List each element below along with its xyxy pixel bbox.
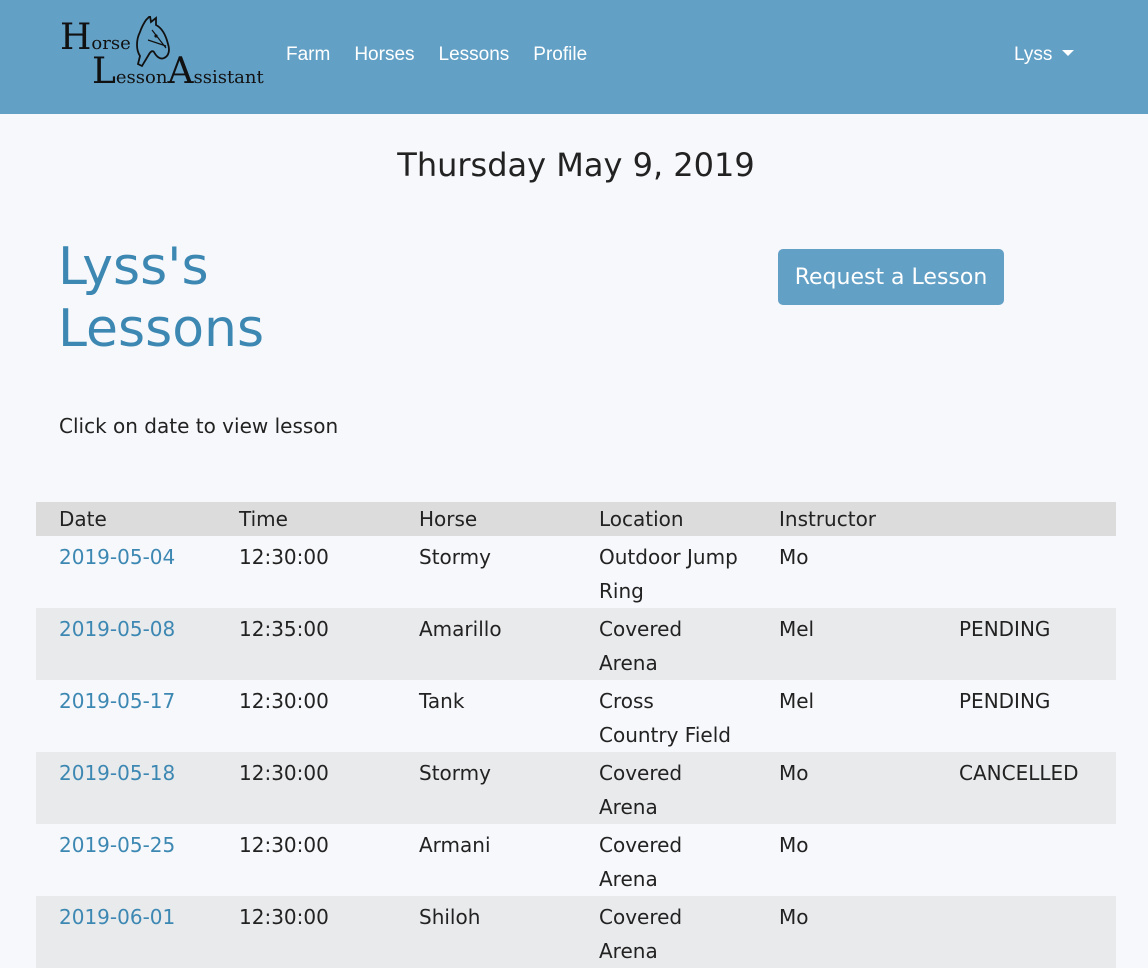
lesson-horse: Tank: [419, 689, 465, 713]
header-instructor: Instructor: [756, 502, 936, 536]
lesson-instructor: Mo: [779, 833, 809, 857]
nav-lessons[interactable]: Lessons: [439, 44, 510, 66]
lesson-location: Covered Arena: [599, 833, 683, 891]
lessons-table: Date Time Horse Location Instructor 2019…: [36, 502, 1116, 968]
instruction-text: Click on date to view lesson: [59, 414, 339, 438]
page-title: Lyss's Lessons: [58, 237, 265, 359]
lesson-instructor: Mel: [756, 608, 936, 680]
lesson-status: CANCELLED: [936, 752, 1116, 824]
lesson-location: Cross Country Field: [599, 689, 731, 747]
lesson-location: Covered Arena: [599, 617, 683, 675]
logo-line-2: LessonAssistant: [92, 51, 264, 92]
request-lesson-button[interactable]: Request a Lesson: [778, 249, 1004, 305]
lesson-time: 12:30:00: [239, 689, 329, 713]
lesson-time: 12:30:00: [216, 752, 396, 824]
lesson-time: 12:30:00: [239, 545, 329, 569]
lesson-horse: Stormy: [419, 545, 491, 569]
lesson-status: [936, 896, 1116, 968]
chevron-down-icon: [1062, 50, 1075, 56]
lesson-date-link[interactable]: 2019-05-18: [59, 761, 175, 785]
lesson-time: 12:30:00: [239, 833, 329, 857]
lesson-horse: Amarillo: [396, 608, 576, 680]
table-row: 2019-05-17 12:30:00 Tank Cross Country F…: [36, 680, 1116, 752]
user-name: Lyss: [1014, 44, 1053, 65]
user-menu-dropdown[interactable]: Lyss: [1014, 44, 1075, 66]
lesson-instructor: Mo: [779, 545, 809, 569]
lesson-location: Covered Arena: [599, 761, 683, 819]
table-row: 2019-05-08 12:35:00 Amarillo Covered Are…: [36, 608, 1116, 680]
lesson-time: 12:35:00: [216, 608, 396, 680]
lesson-instructor: Mo: [756, 896, 936, 968]
lesson-status: PENDING: [959, 689, 1051, 713]
lesson-location: Covered Arena: [599, 905, 683, 963]
main-nav: Farm Horses Lessons Profile: [286, 44, 587, 66]
lesson-date-link[interactable]: 2019-05-04: [59, 545, 175, 569]
header-time: Time: [216, 502, 396, 536]
app-logo[interactable]: Horse LessonAssistant: [58, 14, 264, 98]
lesson-status: PENDING: [936, 608, 1116, 680]
table-row: 2019-05-25 12:30:00 Armani Covered Arena…: [36, 824, 1116, 896]
table-header-row: Date Time Horse Location Instructor: [36, 502, 1116, 536]
table-row: 2019-05-04 12:30:00 Stormy Outdoor Jump …: [36, 536, 1116, 608]
nav-horses[interactable]: Horses: [354, 44, 414, 66]
lesson-horse: Armani: [419, 833, 491, 857]
lesson-date-link[interactable]: 2019-06-01: [59, 905, 175, 929]
header-location: Location: [576, 502, 756, 536]
lesson-instructor: Mo: [756, 752, 936, 824]
lesson-location: Outdoor Jump Ring: [599, 545, 738, 603]
current-date-heading: Thursday May 9, 2019: [397, 146, 755, 184]
lesson-horse: Shiloh: [396, 896, 576, 968]
lesson-horse: Stormy: [396, 752, 576, 824]
lesson-instructor: Mel: [779, 689, 815, 713]
lesson-date-link[interactable]: 2019-05-17: [59, 689, 175, 713]
nav-profile[interactable]: Profile: [533, 44, 587, 66]
nav-farm[interactable]: Farm: [286, 44, 330, 66]
lesson-time: 12:30:00: [216, 896, 396, 968]
lesson-date-link[interactable]: 2019-05-08: [59, 617, 175, 641]
header-status: [936, 502, 1116, 536]
top-navbar: Horse LessonAssistant Farm Horses Lesson…: [0, 0, 1148, 114]
lesson-date-link[interactable]: 2019-05-25: [59, 833, 175, 857]
table-row: 2019-06-01 12:30:00 Shiloh Covered Arena…: [36, 896, 1116, 968]
lesson-status: [936, 824, 1116, 896]
table-row: 2019-05-18 12:30:00 Stormy Covered Arena…: [36, 752, 1116, 824]
lesson-status: [936, 536, 1116, 608]
header-horse: Horse: [396, 502, 576, 536]
header-date: Date: [36, 502, 216, 536]
